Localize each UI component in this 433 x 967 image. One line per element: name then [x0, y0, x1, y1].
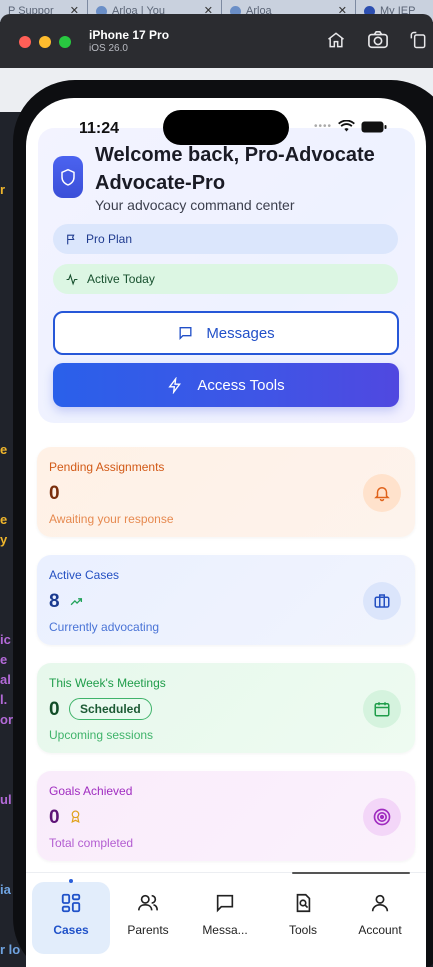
welcome-subtitle: Your advocacy command center [95, 197, 295, 213]
grid-icon [61, 893, 81, 913]
tab-tools[interactable]: Tools [263, 892, 343, 937]
briefcase-icon [363, 582, 401, 620]
tab-parents[interactable]: Parents [108, 892, 188, 937]
trending-up-icon [70, 598, 83, 606]
activity-pill: Active Today [53, 264, 398, 294]
shield-icon [61, 168, 75, 186]
tab-messages[interactable]: Messa... [185, 892, 265, 937]
simulator-os-version: iOS 26.0 [89, 43, 128, 54]
tab-label: Parents [127, 923, 169, 937]
app-logo [53, 156, 83, 198]
activity-label: Active Today [87, 272, 155, 286]
status-indicators: •••• [314, 120, 387, 133]
screenshot-icon[interactable] [367, 30, 389, 50]
close-window-button[interactable] [19, 36, 31, 48]
minimize-window-button[interactable] [39, 36, 51, 48]
message-icon [216, 894, 234, 913]
battery-icon [361, 121, 387, 132]
wifi-icon [338, 120, 355, 132]
users-icon [138, 894, 158, 911]
user-icon [371, 894, 389, 912]
scheduled-badge: Scheduled [69, 698, 152, 720]
calendar-icon [363, 690, 401, 728]
stat-title: Pending Assignments [49, 460, 165, 474]
target-icon [363, 798, 401, 836]
active-tab-indicator [69, 879, 73, 883]
stat-subtitle: Awaiting your response [49, 512, 174, 526]
stat-value: 0 [49, 699, 60, 720]
activity-icon [66, 272, 78, 286]
bell-icon [363, 474, 401, 512]
tab-label: Messa... [202, 923, 248, 937]
tab-label: Cases [53, 923, 89, 937]
tools-icon [296, 893, 311, 913]
access-tools-button[interactable]: Access Tools [53, 363, 399, 407]
dynamic-island [163, 110, 289, 145]
tab-label: Tools [288, 923, 317, 937]
stat-value: 8 [49, 591, 60, 612]
simulator-device-name: iPhone 17 Pro [89, 28, 170, 42]
stat-value: 0 [49, 807, 60, 828]
stat-title: Goals Achieved [49, 784, 133, 798]
plan-label: Pro Plan [86, 232, 133, 246]
stat-value: 0 [49, 483, 60, 504]
zoom-window-button[interactable] [59, 36, 71, 48]
lightning-icon [168, 376, 182, 394]
message-icon [179, 327, 192, 340]
tab-account[interactable]: Account [340, 892, 420, 937]
stat-subtitle: Currently advocating [49, 620, 160, 634]
stat-subtitle: Total completed [49, 836, 134, 850]
scrollbar[interactable] [292, 872, 410, 874]
rotate-icon[interactable] [408, 30, 430, 50]
tab-cases[interactable]: Cases [31, 892, 111, 937]
status-time: 11:24 [79, 120, 120, 137]
stat-title: Active Cases [49, 568, 120, 582]
messages-button[interactable]: Messages [53, 311, 399, 355]
award-icon [71, 810, 80, 823]
flag-icon [67, 234, 75, 244]
signal-icon: •••• [314, 121, 333, 132]
messages-button-label: Messages [206, 324, 275, 342]
stat-subtitle: Upcoming sessions [49, 728, 154, 742]
stat-title: This Week's Meetings [49, 676, 166, 690]
welcome-heading: Welcome back, Pro-Advocate Advocate-Pro [95, 144, 375, 194]
plan-pill: Pro Plan [53, 224, 398, 254]
tab-label: Account [358, 923, 402, 937]
home-icon[interactable] [326, 30, 348, 50]
access-tools-label: Access Tools [197, 376, 285, 394]
